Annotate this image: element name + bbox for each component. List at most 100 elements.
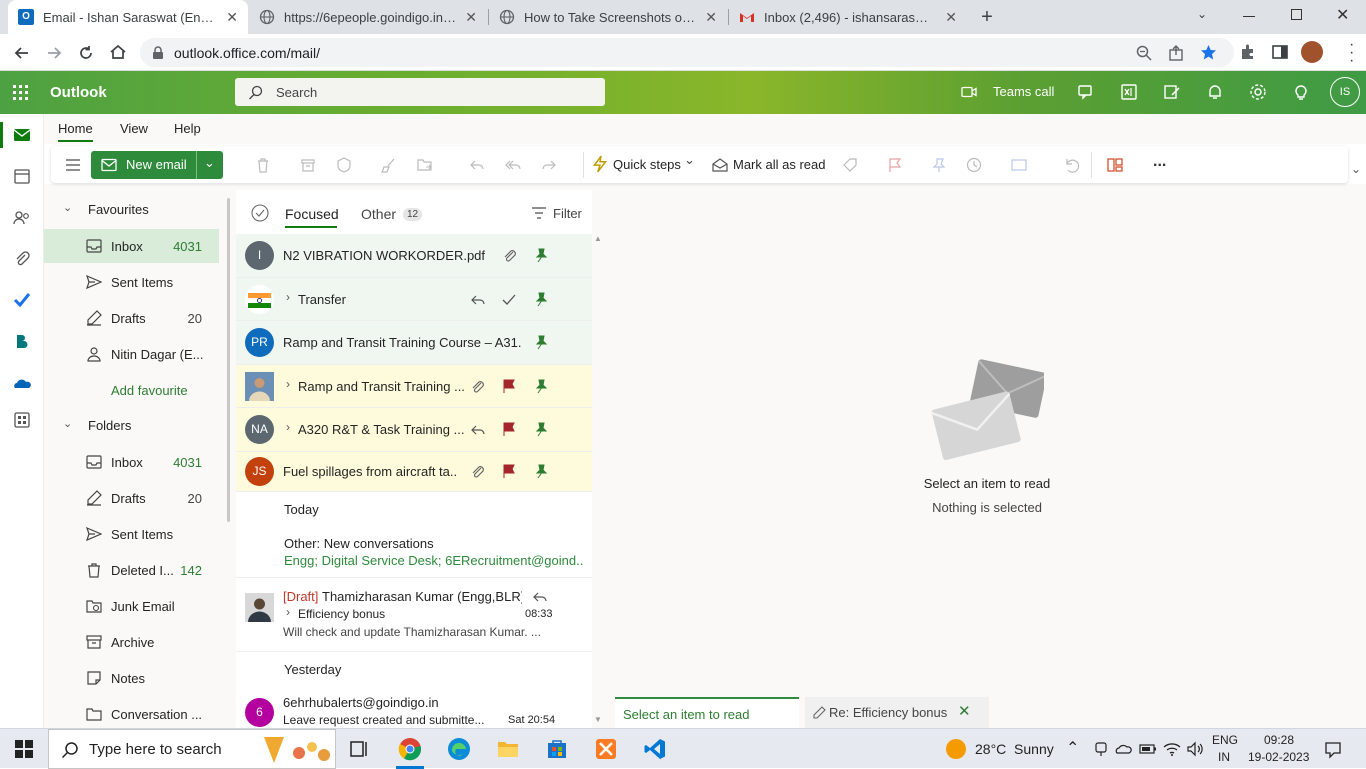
move-to-icon[interactable] [417, 157, 433, 173]
chat-icon[interactable] [1076, 82, 1096, 102]
undo-icon[interactable] [1063, 157, 1079, 173]
immersive-reader-icon[interactable] [1107, 157, 1123, 173]
restore-button[interactable] [1291, 9, 1302, 20]
people-icon[interactable] [12, 208, 32, 228]
red-flag-icon[interactable] [501, 463, 517, 479]
side-panel-icon[interactable] [1271, 43, 1289, 61]
close-icon[interactable]: ✕ [958, 702, 971, 720]
browser-tab-6epeople[interactable]: https://6epeople.goindigo.in/Lea ✕ [249, 0, 487, 34]
reply-all-icon[interactable] [505, 157, 521, 173]
pin-icon[interactable] [533, 247, 549, 263]
list-item[interactable]: JS Fuel spillages from aircraft ta... [236, 452, 592, 492]
teams-call-button[interactable]: Teams call [993, 84, 1054, 99]
delete-icon[interactable] [255, 157, 271, 173]
volume-icon[interactable] [1186, 741, 1204, 757]
add-favourite-link[interactable]: Add favourite [111, 383, 188, 398]
xampp-icon[interactable] [594, 737, 618, 761]
windows-start-icon[interactable] [15, 740, 33, 758]
meet-now-icon[interactable] [1093, 741, 1109, 757]
tab-other[interactable]: Other [361, 206, 396, 222]
extensions-icon[interactable] [1239, 43, 1257, 61]
tab-focused[interactable]: Focused [285, 206, 339, 222]
user-avatar[interactable]: IS [1330, 77, 1360, 107]
new-tab-button[interactable]: + [977, 6, 997, 28]
reply-icon[interactable] [469, 157, 485, 173]
bottom-tab-draft[interactable]: Re: Efficiency bonus ✕ [805, 697, 989, 728]
list-item[interactable]: 6 6ehrhubalerts@goindigo.in Leave reques… [236, 687, 592, 728]
scroll-down-icon[interactable]: ▼ [594, 715, 602, 724]
calendar-icon[interactable] [12, 166, 32, 186]
folder-item-notes[interactable]: Notes [44, 661, 219, 695]
folder-item-sent[interactable]: Sent Items [44, 517, 219, 551]
folder-scrollbar[interactable] [227, 198, 230, 522]
lightbulb-icon[interactable] [1291, 82, 1311, 102]
profile-avatar[interactable] [1301, 41, 1323, 63]
close-window-button[interactable]: ✕ [1336, 5, 1349, 25]
tab-view[interactable]: View [120, 121, 148, 136]
excel-icon[interactable] [1119, 82, 1139, 102]
filter-button[interactable]: Filter [553, 206, 582, 221]
more-options-button[interactable]: ... [1153, 153, 1166, 171]
bottom-tab-select-item[interactable]: Select an item to read [615, 697, 799, 728]
browser-tab-gmail[interactable]: Inbox (2,496) - ishansaraswat007 ✕ [729, 0, 967, 34]
close-tab-icon[interactable]: ✕ [705, 9, 717, 26]
sweep-icon[interactable] [381, 157, 397, 173]
folder-item-drafts[interactable]: Drafts 20 [44, 481, 219, 515]
fav-item-inbox[interactable]: Inbox 4031 [44, 229, 219, 263]
pin-icon[interactable] [533, 378, 549, 394]
gear-icon[interactable] [1248, 82, 1268, 102]
pin-icon[interactable] [533, 291, 549, 307]
notifications-icon[interactable] [1324, 741, 1342, 759]
expand-chevron-icon[interactable]: › [286, 377, 290, 391]
onedrive-icon[interactable] [12, 374, 32, 394]
folder-item-inbox[interactable]: Inbox 4031 [44, 445, 219, 479]
fav-item-sent[interactable]: Sent Items [44, 265, 219, 299]
scroll-up-icon[interactable]: ▲ [594, 234, 602, 243]
expand-chevron-icon[interactable]: › [286, 420, 290, 434]
clock-time[interactable]: 09:28 [1264, 733, 1294, 747]
tag-icon[interactable] [842, 157, 858, 173]
report-icon[interactable] [336, 157, 352, 173]
app-launcher-icon[interactable] [13, 85, 29, 101]
weather-sun-icon[interactable] [946, 739, 966, 759]
fav-item-nitin[interactable]: Nitin Dagar (E... [44, 337, 219, 371]
edit-document-icon[interactable] [1162, 82, 1182, 102]
chrome-icon[interactable] [398, 737, 422, 761]
folder-item-deleted[interactable]: Deleted I... 142 [44, 553, 219, 587]
tab-search-chevron-icon[interactable]: ⌄ [1197, 7, 1207, 21]
browser-tab-outlook[interactable]: O Email - Ishan Saraswat (Engg,BLR) ✕ [8, 0, 248, 34]
flag-icon[interactable] [887, 157, 903, 173]
favourites-header[interactable]: Favourites [88, 202, 149, 217]
file-explorer-icon[interactable] [496, 737, 520, 761]
forward-icon[interactable] [45, 44, 63, 62]
new-email-button[interactable]: New email ⌄ [91, 151, 223, 179]
tray-chevron-up-icon[interactable]: ⌃ [1066, 738, 1079, 758]
chevron-down-icon[interactable]: ⌄ [63, 417, 72, 430]
browser-menu-icon[interactable]: · · · [1349, 37, 1354, 69]
taskbar-search[interactable]: Type here to search [48, 729, 336, 769]
pin-icon[interactable] [533, 334, 549, 350]
browser-tab-screenshots[interactable]: How to Take Screenshots on Win ✕ [489, 0, 727, 34]
tab-home[interactable]: Home [58, 121, 93, 142]
archive-icon[interactable] [300, 157, 316, 173]
mail-icon[interactable] [12, 125, 32, 145]
reload-icon[interactable] [77, 44, 95, 62]
other-conversations-row[interactable]: Other: New conversations Engg; Digital S… [236, 528, 592, 578]
snooze-clock-icon[interactable] [966, 157, 982, 173]
home-icon[interactable] [109, 43, 127, 61]
quick-steps-button[interactable]: Quick steps [613, 157, 681, 172]
minimize-button[interactable] [1243, 16, 1255, 17]
app-title[interactable]: Outlook [50, 84, 107, 101]
hamburger-menu-icon[interactable] [65, 158, 81, 172]
bell-icon[interactable] [1205, 82, 1225, 102]
list-item[interactable]: › Ramp and Transit Training ... [236, 365, 592, 408]
attachment-icon[interactable] [12, 249, 32, 269]
onedrive-tray-icon[interactable] [1114, 741, 1132, 757]
mark-all-as-read-button[interactable]: Mark all as read [733, 157, 825, 172]
task-view-icon[interactable] [348, 737, 372, 761]
vscode-icon[interactable] [643, 737, 667, 761]
pin-icon[interactable] [931, 157, 947, 173]
pin-icon[interactable] [533, 421, 549, 437]
close-tab-icon[interactable]: ✕ [465, 9, 477, 26]
rules-icon[interactable] [1011, 157, 1027, 173]
